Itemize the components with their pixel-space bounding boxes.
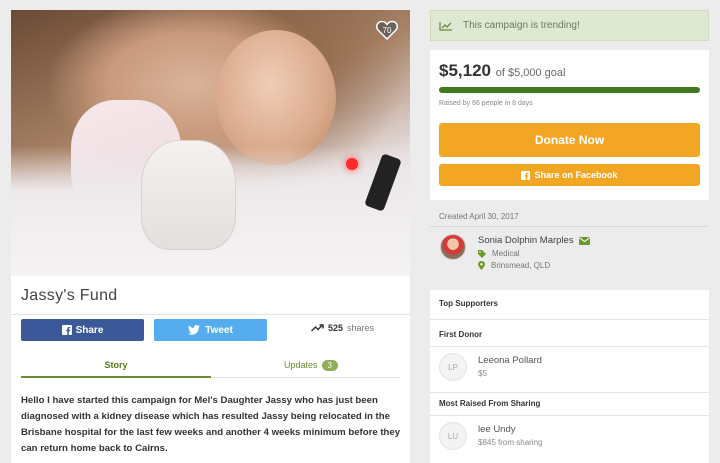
first-donor-bottom-divider <box>430 392 709 393</box>
campaign-page: 70 Jassy's Fund Share Tweet 525 shares S… <box>0 0 720 463</box>
photo-bandaged-hand <box>141 140 236 250</box>
share-on-facebook-button[interactable]: Share on Facebook <box>439 164 700 186</box>
first-donor-amount: $5 <box>478 369 487 378</box>
tab-updates-label: Updates <box>284 360 318 370</box>
most-raised-heading: Most Raised From Sharing <box>439 399 541 408</box>
campaign-tabs: Story Updates 3 <box>21 356 400 378</box>
amount-raised: $5,120 of $5,000 goal <box>439 61 565 81</box>
goal-text: of $5,000 goal <box>495 67 566 79</box>
tab-story[interactable]: Story <box>21 356 211 378</box>
top-sharer-amount: $845 from sharing <box>478 438 543 447</box>
top-sharer-name: lee Undy <box>478 424 516 435</box>
progress-bar <box>439 87 700 93</box>
organizer-category[interactable]: Medical <box>492 249 520 258</box>
photo-oximeter-light <box>346 158 358 170</box>
campaign-title: Jassy's Fund <box>21 287 118 304</box>
facebook-icon <box>521 170 531 180</box>
campaign-story: Hello I have started this campaign for M… <box>21 395 401 454</box>
updates-count-badge: 3 <box>321 360 338 371</box>
campaign-photo: 70 <box>11 10 410 276</box>
raised-by-text: Raised by 66 people in 8 days <box>439 100 533 107</box>
organizer-name-row: Sonia Dolphin Marples <box>478 235 590 246</box>
organizer-name[interactable]: Sonia Dolphin Marples <box>478 235 574 246</box>
heart-count: 70 <box>382 26 392 35</box>
tweet-label: Tweet <box>205 324 233 336</box>
map-pin-icon <box>478 261 485 270</box>
facebook-icon <box>61 325 72 335</box>
first-donor-heading: First Donor <box>439 330 483 339</box>
most-raised-divider <box>430 415 709 416</box>
envelope-icon[interactable] <box>578 236 590 245</box>
top-supporters-heading: Top Supporters <box>439 299 498 308</box>
twitter-bird-icon <box>188 325 201 335</box>
share-count-value: 525 <box>328 323 344 333</box>
first-donor-divider <box>430 346 709 347</box>
facebook-share-label: Share <box>75 324 104 336</box>
top-sharer-avatar: LU <box>439 422 467 450</box>
top-supporters-panel: Top Supporters First Donor LP Leeona Pol… <box>430 290 709 463</box>
tab-updates[interactable]: Updates 3 <box>221 356 401 378</box>
created-date: Created April 30, 2017 <box>439 212 519 221</box>
tag-icon <box>478 249 486 258</box>
progress-fill <box>439 87 700 93</box>
first-donor-name: Leeona Pollard <box>478 355 542 366</box>
trending-banner: This campaign is trending! <box>430 10 709 41</box>
first-donor-avatar: LP <box>439 353 467 381</box>
facebook-share-button[interactable]: Share <box>21 319 144 341</box>
organizer-avatar[interactable] <box>440 234 466 260</box>
amount-raised-value: $5,120 <box>439 61 491 80</box>
tweet-button[interactable]: Tweet <box>154 319 267 341</box>
funding-card: $5,120 of $5,000 goal Raised by 66 peopl… <box>430 50 709 200</box>
trending-arrow-icon <box>311 324 324 332</box>
organizer-location: Brinsmead, QLD <box>491 261 551 270</box>
photo-face <box>216 30 336 165</box>
organizer-category-row: Medical <box>478 249 520 258</box>
share-count: 525 shares <box>311 323 374 333</box>
organizer-location-row: Brinsmead, QLD <box>478 261 550 270</box>
supporters-divider <box>430 319 709 320</box>
title-divider <box>11 314 410 315</box>
share-count-label: shares <box>347 323 375 333</box>
heart-button[interactable]: 70 <box>375 18 399 42</box>
trend-chart-icon <box>439 21 452 31</box>
organizer-divider <box>430 226 709 227</box>
donate-now-button[interactable]: Donate Now <box>439 123 700 157</box>
share-on-facebook-label: Share on Facebook <box>534 170 618 180</box>
trending-text: This campaign is trending! <box>463 20 580 31</box>
